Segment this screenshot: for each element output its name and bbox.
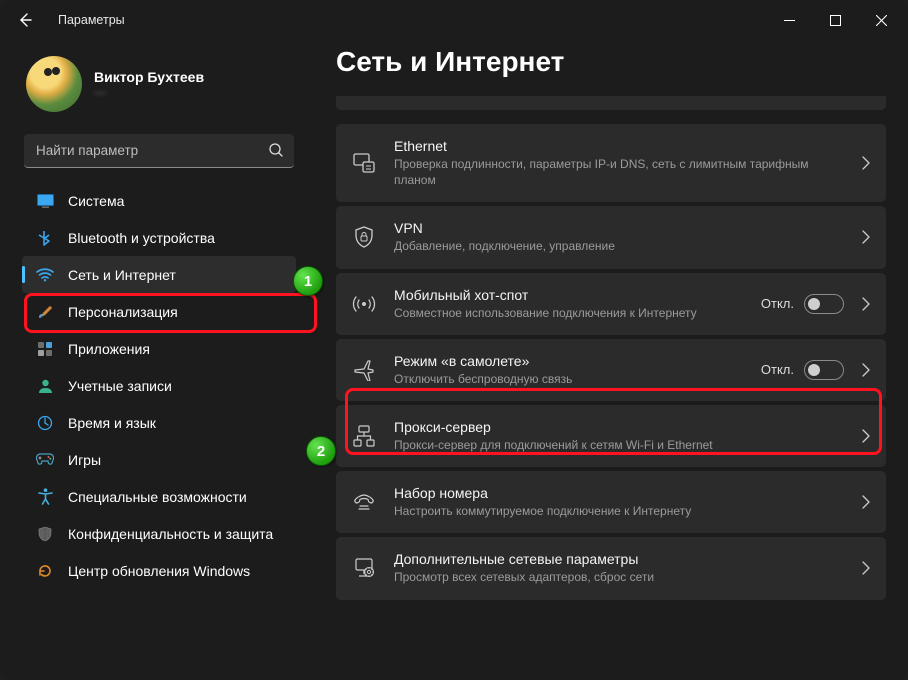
sidebar-item-system[interactable]: Система xyxy=(22,182,296,219)
sidebar-item-update[interactable]: Центр обновления Windows xyxy=(22,552,296,589)
back-button[interactable] xyxy=(8,3,42,37)
annotation-marker-2: 2 xyxy=(306,436,336,466)
card-title: Набор номера xyxy=(394,485,844,501)
profile-block[interactable]: Виктор Бухтеев — xyxy=(22,48,296,132)
advanced-network-icon xyxy=(352,557,376,579)
sidebar-item-apps[interactable]: Приложения xyxy=(22,330,296,367)
minimize-button[interactable] xyxy=(766,4,812,36)
sidebar-item-label: Bluetooth и устройства xyxy=(68,230,215,246)
sidebar-item-label: Специальные возможности xyxy=(68,489,247,505)
maximize-icon xyxy=(830,15,841,26)
gamepad-icon xyxy=(36,451,54,469)
sidebar-item-label: Учетные записи xyxy=(68,378,172,394)
brush-icon xyxy=(36,303,54,321)
arrow-left-icon xyxy=(17,12,33,28)
window-title: Параметры xyxy=(58,13,125,27)
annotation-marker-1: 1 xyxy=(293,266,323,296)
card-advanced-network[interactable]: Дополнительные сетевые параметры Просмотр… xyxy=(336,537,886,599)
chevron-right-icon xyxy=(862,561,870,575)
card-subtitle: Совместное использование подключения к И… xyxy=(394,305,743,321)
card-proxy[interactable]: Прокси-сервер Прокси-сервер для подключен… xyxy=(336,405,886,467)
card-truncated-top[interactable] xyxy=(336,96,886,110)
sidebar-item-label: Игры xyxy=(68,452,101,468)
card-vpn[interactable]: VPN Добавление, подключение, управление xyxy=(336,206,886,268)
search-icon xyxy=(268,142,284,158)
sidebar-item-personalization[interactable]: Персонализация xyxy=(22,293,296,330)
sidebar-item-time-language[interactable]: Время и язык xyxy=(22,404,296,441)
accessibility-icon xyxy=(36,488,54,506)
hotspot-toggle[interactable] xyxy=(804,294,844,314)
sidebar-item-privacy[interactable]: Конфиденциальность и защита xyxy=(22,515,296,552)
toggle-state-label: Откл. xyxy=(761,296,794,311)
minimize-icon xyxy=(784,15,795,26)
toggle-state-label: Откл. xyxy=(761,362,794,377)
card-title: Режим «в самолете» xyxy=(394,353,743,369)
card-title: Ethernet xyxy=(394,138,844,154)
shield-icon xyxy=(36,525,54,543)
settings-window: Параметры Виктор Бухтеев — xyxy=(0,0,908,680)
chevron-right-icon xyxy=(862,230,870,244)
maximize-button[interactable] xyxy=(812,4,858,36)
phone-icon xyxy=(352,493,376,511)
airplane-toggle[interactable] xyxy=(804,360,844,380)
card-title: Прокси-сервер xyxy=(394,419,844,435)
page-title: Сеть и Интернет xyxy=(336,46,886,78)
person-icon xyxy=(36,377,54,395)
sidebar-item-bluetooth[interactable]: Bluetooth и устройства xyxy=(22,219,296,256)
card-subtitle: Отключить беспроводную связь xyxy=(394,371,743,387)
user-name: Виктор Бухтеев xyxy=(94,69,204,85)
bluetooth-icon xyxy=(36,229,54,247)
card-dialup[interactable]: Набор номера Настроить коммутируемое подк… xyxy=(336,471,886,533)
sidebar-item-accounts[interactable]: Учетные записи xyxy=(22,367,296,404)
card-subtitle: Настроить коммутируемое подключение к Ин… xyxy=(394,503,844,519)
sidebar-item-label: Персонализация xyxy=(68,304,178,320)
chevron-right-icon xyxy=(862,363,870,377)
main-content: Сеть и Интернет Ethernet Проверка подлинн… xyxy=(310,40,908,680)
sidebar: Виктор Бухтеев — Система Bluetooth и уст… xyxy=(0,40,310,680)
close-button[interactable] xyxy=(858,4,904,36)
card-airplane[interactable]: Режим «в самолете» Отключить беспроводную… xyxy=(336,339,886,401)
vpn-shield-icon xyxy=(352,226,376,248)
sidebar-item-label: Сеть и Интернет xyxy=(68,267,176,283)
sidebar-item-gaming[interactable]: Игры xyxy=(22,441,296,478)
sidebar-item-label: Конфиденциальность и защита xyxy=(68,526,273,542)
card-subtitle: Просмотр всех сетевых адаптеров, сброс с… xyxy=(394,569,844,585)
search-input[interactable] xyxy=(24,134,294,168)
chevron-right-icon xyxy=(862,297,870,311)
proxy-icon xyxy=(352,425,376,447)
hotspot-icon xyxy=(352,294,376,314)
card-title: Дополнительные сетевые параметры xyxy=(394,551,844,567)
apps-icon xyxy=(36,340,54,358)
chevron-right-icon xyxy=(862,156,870,170)
sidebar-item-label: Время и язык xyxy=(68,415,156,431)
sidebar-item-label: Приложения xyxy=(68,341,150,357)
titlebar: Параметры xyxy=(0,0,908,40)
wifi-icon xyxy=(36,266,54,284)
airplane-icon xyxy=(352,359,376,381)
search-box[interactable] xyxy=(24,134,294,168)
chevron-right-icon xyxy=(862,429,870,443)
card-ethernet[interactable]: Ethernet Проверка подлинности, параметры … xyxy=(336,124,886,202)
nav-list: Система Bluetooth и устройства Сеть и Ин… xyxy=(22,182,296,589)
close-icon xyxy=(876,15,887,26)
sidebar-item-label: Система xyxy=(68,193,124,209)
clock-globe-icon xyxy=(36,414,54,432)
display-icon xyxy=(36,192,54,210)
card-title: Мобильный хот-спот xyxy=(394,287,743,303)
card-subtitle: Проверка подлинности, параметры IP-и DNS… xyxy=(394,156,844,188)
card-subtitle: Добавление, подключение, управление xyxy=(394,238,844,254)
sidebar-item-accessibility[interactable]: Специальные возможности xyxy=(22,478,296,515)
card-subtitle: Прокси-сервер для подключений к сетям Wi… xyxy=(394,437,844,453)
chevron-right-icon xyxy=(862,495,870,509)
sidebar-item-label: Центр обновления Windows xyxy=(68,563,250,579)
card-hotspot[interactable]: Мобильный хот-спот Совместное использован… xyxy=(336,273,886,335)
avatar xyxy=(26,56,82,112)
user-email: — xyxy=(94,85,204,99)
sidebar-item-network[interactable]: Сеть и Интернет xyxy=(22,256,296,293)
card-title: VPN xyxy=(394,220,844,236)
ethernet-icon xyxy=(352,153,376,173)
update-icon xyxy=(36,562,54,580)
